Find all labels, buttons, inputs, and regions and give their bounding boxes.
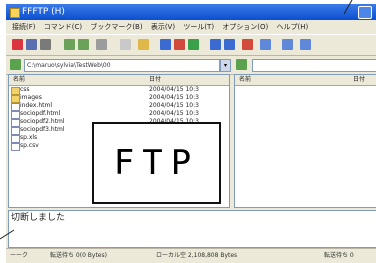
window-title: FFFTP (H) <box>22 7 65 17</box>
settings-icon[interactable] <box>260 39 271 50</box>
download-icon[interactable] <box>64 39 75 50</box>
ftp-overlay-label: FTP <box>92 122 221 204</box>
mirror-download-icon[interactable] <box>188 39 199 50</box>
local-list-header: 名前 日付 <box>9 75 229 86</box>
local-path-input[interactable]: C:\maruo\sylvia\TestWeb\00 <box>24 59 220 72</box>
rename-icon[interactable] <box>96 39 107 50</box>
local-date-column[interactable]: 日付 <box>149 75 161 85</box>
disconnect-icon[interactable] <box>40 39 51 50</box>
title-bar: FFFTP (H) <box>6 4 376 20</box>
delete-icon[interactable] <box>120 39 131 50</box>
address-bar: C:\maruo\sylvia\TestWeb\00 ▾ <box>6 56 376 75</box>
file-date: 2004/04/15 10:3 <box>149 102 199 109</box>
log-panel: 切断しました <box>8 210 376 248</box>
quick-connect-icon[interactable] <box>26 39 37 50</box>
file-name: sp.xls <box>20 134 38 141</box>
file-date: 2004/04/15 10:3 <box>149 86 199 93</box>
file-row[interactable]: images 2004/04/15 10:3 <box>9 94 229 103</box>
file-name: index.html <box>20 102 52 109</box>
remote-file-list[interactable]: 名前 日付 <box>234 74 376 208</box>
remote-date-column[interactable]: 日付 <box>353 75 365 85</box>
status-local-free: ローカル空 2,108,808 Bytes <box>156 252 238 259</box>
menu-item-help[interactable]: ヘルプ(H) <box>277 23 309 31</box>
file-row[interactable]: index.html 2004/04/15 10:3 <box>9 102 229 111</box>
menu-item-connect[interactable]: 接続(F) <box>12 23 36 31</box>
local-path-dropdown[interactable]: ▾ <box>220 59 231 72</box>
file-name: sp.csv <box>20 142 39 149</box>
status-transfer: 転送待ち 0(0 Bytes) <box>50 252 107 259</box>
remote-path-input[interactable] <box>252 59 376 72</box>
menu-item-tools[interactable]: ツール(T) <box>183 23 214 31</box>
status-right: 転送待ち 0 <box>324 252 354 259</box>
file-date: 2004/04/15 10:3 <box>149 110 199 117</box>
history-icon[interactable] <box>300 39 311 50</box>
local-name-column[interactable]: 名前 <box>13 75 25 85</box>
log-message: 切断しました <box>11 213 66 223</box>
sort-icon[interactable] <box>242 39 253 50</box>
menu-item-view[interactable]: 表示(V) <box>151 23 175 31</box>
file-row[interactable]: sociopdf.html 2004/04/15 10:3 <box>9 110 229 119</box>
app-icon <box>10 8 20 18</box>
minimize-button[interactable] <box>358 6 372 19</box>
menu-item-options[interactable]: オプション(O) <box>222 23 268 31</box>
file-name: css <box>20 86 30 93</box>
bookmark-icon[interactable] <box>282 39 293 50</box>
file-name: sociopdf3.html <box>20 126 65 133</box>
status-bar: ーーク 転送待ち 0(0 Bytes) ローカル空 2,108,808 Byte… <box>6 248 376 263</box>
file-name: sociopdf2.html <box>20 118 65 125</box>
remote-folder-up-icon[interactable] <box>236 59 247 70</box>
file-row[interactable]: css 2004/04/15 10:3 <box>9 86 229 95</box>
toolbar <box>6 34 376 56</box>
refresh-icon[interactable] <box>160 39 171 50</box>
menu-item-command[interactable]: コマンド(C) <box>44 23 82 31</box>
connect-icon[interactable] <box>12 39 23 50</box>
file-name: sociopdf.html <box>20 110 61 117</box>
status-left: ーーク <box>10 252 29 259</box>
menu-bar: 接続(F) コマンド(C) ブックマーク(B) 表示(V) ツール(T) オプシ… <box>6 20 376 34</box>
file-icon <box>11 143 20 151</box>
mirror-upload-icon[interactable] <box>174 39 185 50</box>
remote-name-column[interactable]: 名前 <box>239 75 251 85</box>
local-folder-up-icon[interactable] <box>10 59 21 70</box>
menu-item-bookmark[interactable]: ブックマーク(B) <box>90 23 142 31</box>
detail-view-icon[interactable] <box>224 39 235 50</box>
file-date: 2004/04/15 10:3 <box>149 94 199 101</box>
file-name: images <box>20 94 42 101</box>
mkdir-icon[interactable] <box>138 39 149 50</box>
remote-list-header: 名前 日付 <box>235 75 376 86</box>
upload-icon[interactable] <box>78 39 89 50</box>
list-view-icon[interactable] <box>210 39 221 50</box>
